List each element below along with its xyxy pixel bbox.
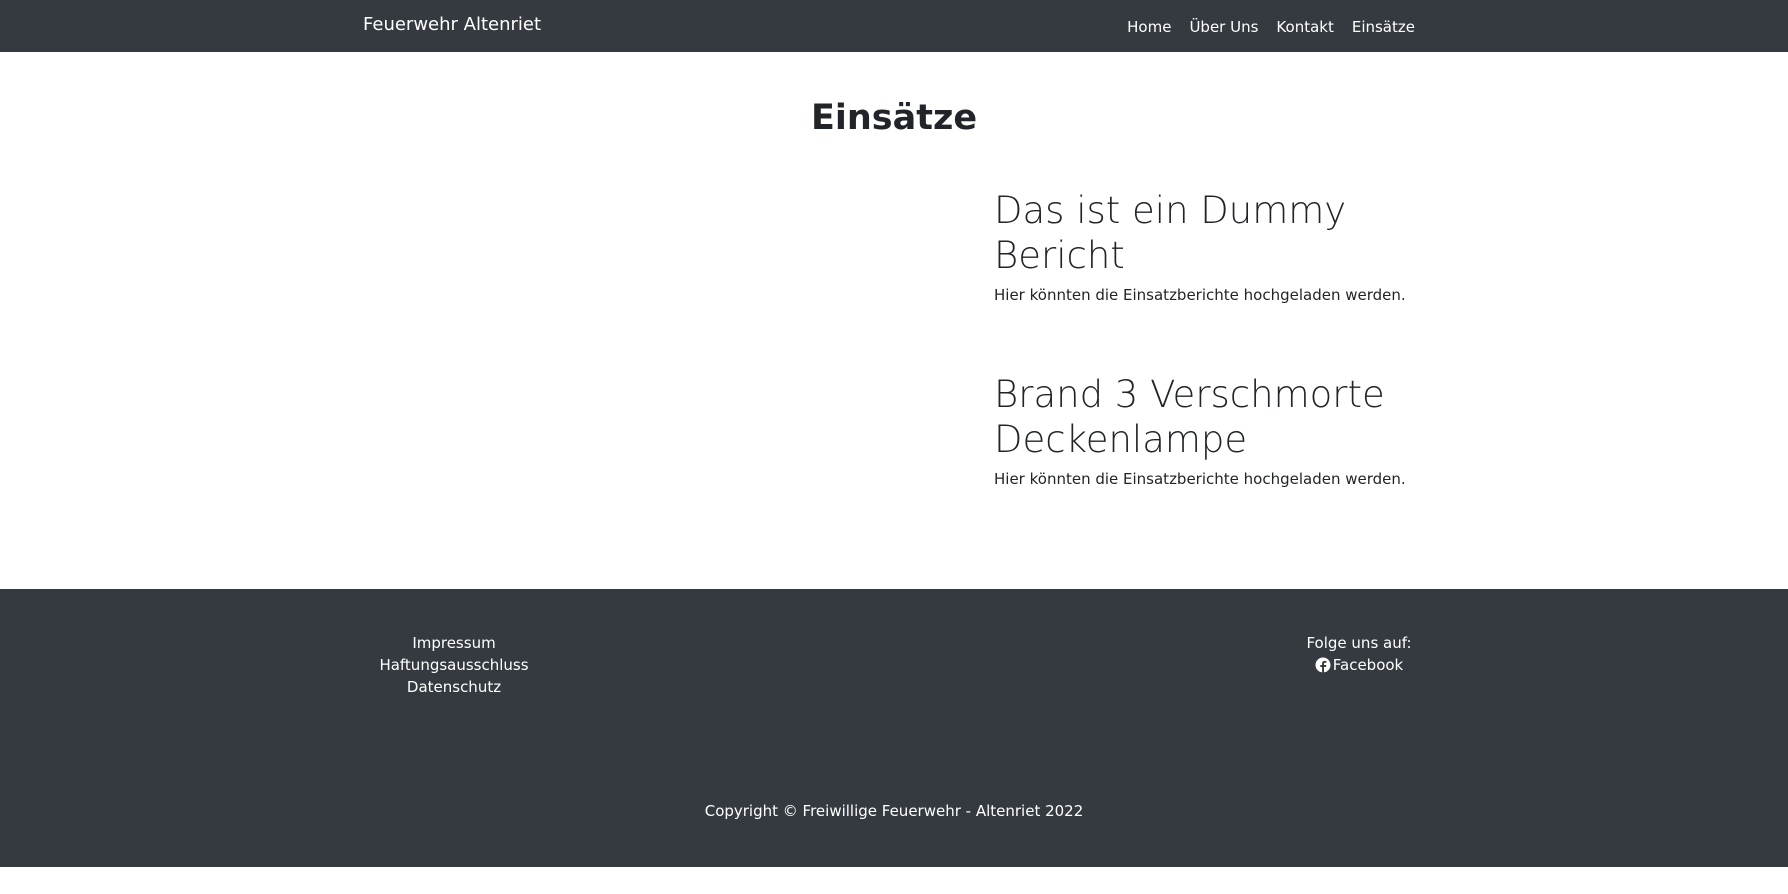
nav-item-kontakt: Kontakt <box>1276 17 1333 36</box>
facebook-link[interactable]: Facebook <box>1315 656 1403 674</box>
brand-link[interactable]: Feuerwehr Altenriet <box>363 14 541 35</box>
nav-item-einsaetze: Einsätze <box>1352 17 1415 36</box>
footer: Impressum Haftungsausschluss Datenschutz… <box>0 589 1788 867</box>
social-section: Folge uns auf: Facebook <box>1259 634 1459 677</box>
nav-link-kontakt[interactable]: Kontakt <box>1276 18 1333 36</box>
report-title: Das ist ein Dummy Bericht <box>994 189 1347 277</box>
report-item: Brand 3 Verschmorte Deckenlampe Hier kön… <box>994 372 1414 488</box>
nav-link-einsaetze[interactable]: Einsätze <box>1352 18 1415 36</box>
facebook-label: Facebook <box>1332 656 1404 674</box>
nav-link-ueber-uns[interactable]: Über Uns <box>1189 18 1258 36</box>
nav-item-home: Home <box>1127 17 1171 36</box>
report-text: Hier könnten die Einsatzberichte hochgel… <box>994 286 1406 304</box>
page-title: Einsätze <box>810 98 978 138</box>
report-text: Hier könnten die Einsatzberichte hochgel… <box>994 470 1406 488</box>
footer-legal-links: Impressum Haftungsausschluss Datenschutz <box>354 634 554 696</box>
nav-link-home[interactable]: Home <box>1127 18 1171 36</box>
copyright-text: Copyright © Freiwillige Feuerwehr - Alte… <box>704 802 1084 820</box>
report-item: Das ist ein Dummy Bericht Hier könnten d… <box>994 188 1414 304</box>
reports-list: Das ist ein Dummy Bericht Hier könnten d… <box>994 188 1414 556</box>
nav-menu: Home Über Uns Kontakt Einsätze <box>1127 17 1415 36</box>
navbar: Feuerwehr Altenriet Home Über Uns Kontak… <box>0 0 1788 52</box>
nav-item-ueber-uns: Über Uns <box>1189 17 1258 36</box>
footer-link-datenschutz[interactable]: Datenschutz <box>354 678 554 696</box>
facebook-icon <box>1315 657 1331 673</box>
footer-link-impressum[interactable]: Impressum <box>354 634 554 652</box>
follow-label: Folge uns auf: <box>1306 634 1412 652</box>
report-title: Brand 3 Verschmorte Deckenlampe <box>994 373 1385 461</box>
footer-link-haftungsausschluss[interactable]: Haftungsausschluss <box>354 656 554 674</box>
